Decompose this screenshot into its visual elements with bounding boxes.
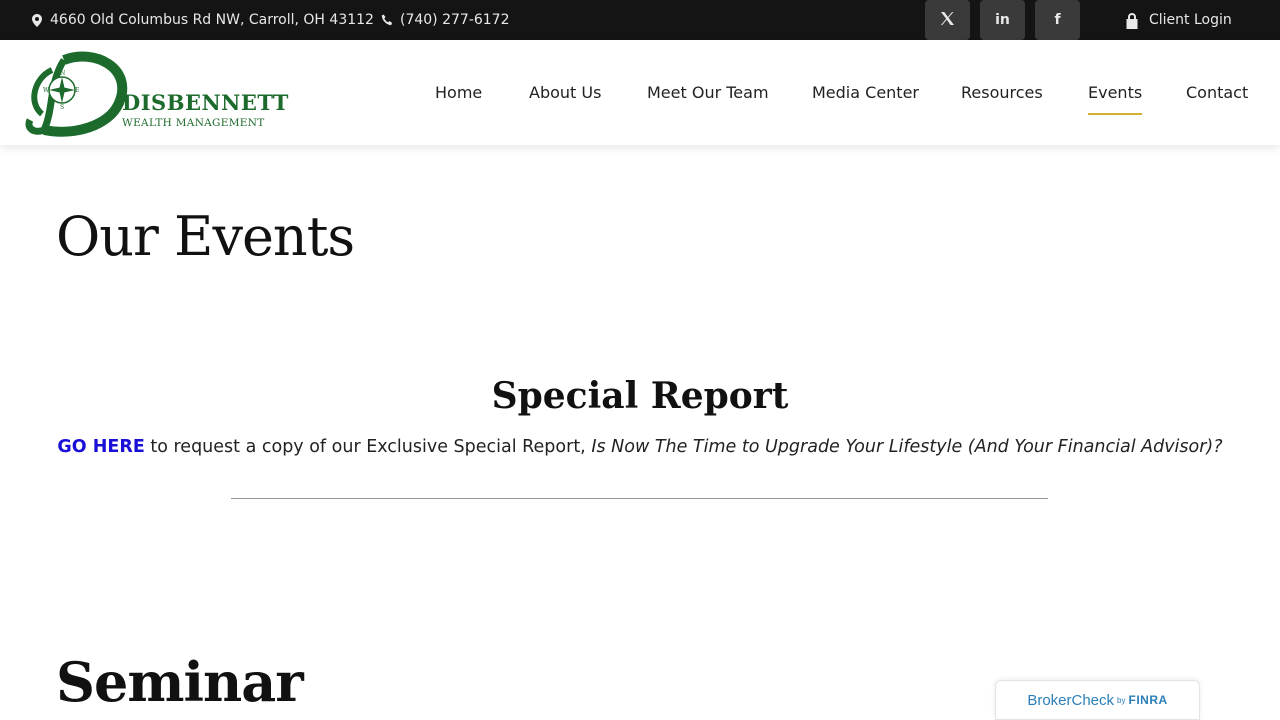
nav-media-center[interactable]: Media Center [812, 40, 919, 145]
svg-text:N: N [60, 70, 65, 77]
special-report-text: GO HERE to request a copy of our Exclusi… [0, 437, 1280, 457]
logo[interactable]: N E S W DISBENNETT WEALTH MANAGEMENT [24, 48, 288, 138]
linkedin-icon: in [995, 12, 1010, 28]
lock-icon [1125, 12, 1139, 29]
brokercheck-label: BrokerCheck [1027, 691, 1115, 709]
special-report-body: to request a copy of our Exclusive Speci… [144, 437, 592, 457]
brokercheck-by: by [1117, 695, 1126, 705]
logo-name: DISBENNETT [122, 90, 289, 115]
svg-text:S: S [60, 104, 64, 111]
svg-text:E: E [75, 87, 79, 94]
go-here-link[interactable]: GO HERE [57, 437, 144, 457]
x-twitter-icon [940, 11, 955, 30]
address-text: 4660 Old Columbus Rd NW, Carroll, OH 431… [50, 12, 374, 28]
nav-contact[interactable]: Contact [1186, 40, 1248, 145]
client-login-link[interactable]: Client Login [1125, 0, 1232, 40]
svg-text:W: W [43, 87, 50, 94]
phone-text: (740) 277-6172 [400, 12, 510, 28]
map-pin-icon [30, 13, 44, 27]
page-title: Our Events [56, 205, 355, 268]
special-report-heading: Special Report [491, 375, 789, 417]
special-report-title: Is Now The Time to Upgrade Your Lifestyl… [591, 437, 1223, 457]
logo-subtitle: WEALTH MANAGEMENT [122, 117, 265, 129]
phone[interactable]: (740) 277-6172 [380, 0, 510, 40]
facebook-icon: f [1054, 12, 1061, 28]
nav-about-us[interactable]: About Us [529, 40, 601, 145]
top-bar: 4660 Old Columbus Rd NW, Carroll, OH 431… [0, 0, 1280, 40]
x-twitter-link[interactable] [925, 0, 970, 40]
address[interactable]: 4660 Old Columbus Rd NW, Carroll, OH 431… [30, 0, 374, 40]
finra-label: FINRA [1128, 693, 1168, 707]
facebook-link[interactable]: f [1035, 0, 1080, 40]
nav-meet-our-team[interactable]: Meet Our Team [647, 40, 769, 145]
brokercheck-badge[interactable]: BrokerCheck by FINRA [995, 680, 1200, 720]
linkedin-link[interactable]: in [980, 0, 1025, 40]
seminar-heading: Seminar [56, 650, 304, 714]
nav-resources[interactable]: Resources [961, 40, 1043, 145]
phone-icon [380, 13, 394, 27]
client-login-label: Client Login [1149, 12, 1232, 28]
nav-events[interactable]: Events [1088, 40, 1143, 145]
section-divider [231, 498, 1048, 499]
nav-home[interactable]: Home [435, 40, 482, 145]
logo-emblem-icon: N E S W [25, 51, 128, 137]
